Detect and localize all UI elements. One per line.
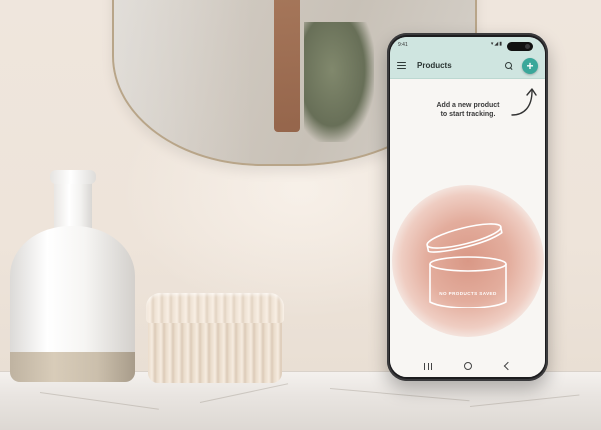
empty-state-label: NO PRODUCTS SAVED: [439, 291, 497, 296]
vase-lip: [50, 170, 96, 184]
marble-vein: [329, 388, 470, 402]
marble-vein: [39, 392, 159, 410]
marble-vein: [469, 394, 580, 407]
product-photo-scene: 9:41 ▾◢▮ Products + Add a new product to…: [0, 0, 601, 430]
jar-body: [148, 321, 282, 383]
add-product-hint: Add a new product to start tracking.: [420, 101, 516, 119]
hint-line-1: Add a new product: [436, 102, 500, 109]
marble-vein: [199, 383, 289, 403]
vase-body: [10, 226, 135, 382]
ceramic-vase: [10, 170, 135, 382]
app-bar: Products +: [390, 53, 545, 79]
front-camera: [507, 42, 533, 51]
phone-screen: 9:41 ▾◢▮ Products + Add a new product to…: [390, 37, 545, 377]
search-icon[interactable]: [505, 62, 512, 69]
android-nav-bar: [390, 355, 545, 377]
mirror-reflection-plant: [304, 22, 374, 142]
status-time: 9:41: [398, 42, 408, 48]
hint-line-2: to start tracking.: [440, 111, 496, 118]
recent-apps-icon[interactable]: [424, 362, 433, 370]
phone-device: 9:41 ▾◢▮ Products + Add a new product to…: [387, 33, 548, 381]
ribbed-jar: [146, 293, 284, 383]
back-icon[interactable]: [503, 361, 513, 371]
page-title: Products: [417, 61, 452, 70]
vase-base: [10, 352, 135, 382]
jar-lid: [146, 293, 284, 323]
mirror-highlight: [114, 0, 254, 164]
status-icons: ▾◢▮: [490, 41, 503, 47]
menu-icon[interactable]: [397, 62, 406, 69]
curved-arrow-icon: [511, 88, 537, 116]
home-icon[interactable]: [464, 362, 473, 370]
add-product-button[interactable]: +: [522, 57, 538, 74]
mirror-reflection-vase: [274, 0, 300, 132]
